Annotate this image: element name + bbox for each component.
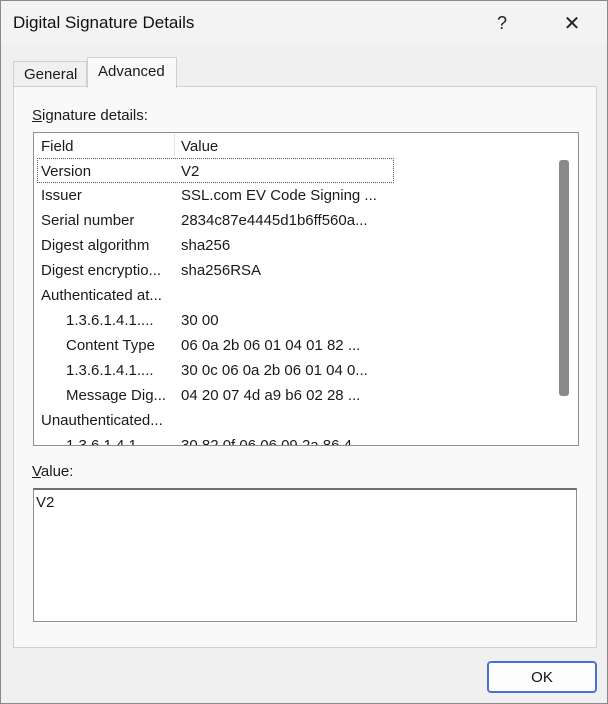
value-label: Value: [32,463,73,480]
mnemonic-s: S [32,107,43,124]
value-text: V2 [36,494,55,511]
row-value: 30 00 [181,312,219,329]
list-item[interactable]: Issuer SSL.com EV Code Signing ... [34,183,550,208]
title-bar[interactable]: Digital Signature Details ? ✕ [1,1,607,45]
window-title: Digital Signature Details [13,13,195,32]
tab-general[interactable]: General [13,61,87,88]
row-value: 30 0c 06 0a 2b 06 01 04 0... [181,362,368,379]
column-header-value[interactable]: Value [181,138,218,155]
row-field: Message Dig... [66,387,167,404]
row-value: sha256RSA [181,262,262,279]
tab-advanced[interactable]: Advanced [87,57,177,88]
column-divider[interactable] [174,133,175,157]
list-item[interactable]: Version V2 [37,158,394,183]
ok-button[interactable]: OK [487,661,597,693]
row-field: Digest algorithm [41,237,150,254]
row-field: 1.3.6.1.4.1.... [66,437,154,446]
signature-details-label-text: ignature details: [42,107,148,124]
signature-details-list[interactable]: Field Value Version V2 Issuer SSL.com EV Co… [33,132,579,446]
row-field: Digest encryptio... [41,262,162,279]
list-item[interactable]: Message Dig... 04 20 07 4d a9 b6 02 28 ..… [34,383,550,408]
signature-details-label: Signature details: [32,107,148,124]
vertical-scrollbar[interactable] [551,133,578,445]
row-field: Version [41,163,92,180]
list-item[interactable]: Authenticated at... [34,283,550,308]
list-item[interactable]: Digest algorithm sha256 [34,233,550,258]
list-item[interactable]: 1.3.6.1.4.1.... 30 0c 06 0a 2b 06 01 04 0… [34,358,550,383]
column-header-field[interactable]: Field [41,138,74,155]
row-value: V2 [181,163,200,180]
list-item[interactable]: Serial number 2834c87e4445d1b6ff560a... [34,208,550,233]
close-icon[interactable]: ✕ [549,1,595,45]
value-textbox[interactable]: V2 [33,488,577,622]
row-field: Serial number [41,212,135,229]
row-field: Unauthenticated... [41,412,163,429]
mnemonic-v: V [32,463,41,480]
list-item[interactable]: Digest encryptio... sha256RSA [34,258,550,283]
scrollbar-thumb[interactable] [559,160,569,396]
row-value: 06 0a 2b 06 01 04 01 82 ... [181,337,361,354]
list-item[interactable]: Content Type 06 0a 2b 06 01 04 01 82 ... [34,333,550,358]
row-field: 1.3.6.1.4.1.... [66,362,154,379]
row-field: Authenticated at... [41,287,162,304]
row-field: 1.3.6.1.4.1.... [66,312,154,329]
row-value: 30 82 0f 06 06 09 2a 86 4... [181,437,365,446]
row-value: 04 20 07 4d a9 b6 02 28 ... [181,387,361,404]
list-item[interactable]: Unauthenticated... [34,408,550,433]
row-value: 2834c87e4445d1b6ff560a... [181,212,368,229]
row-value: SSL.com EV Code Signing ... [181,187,377,204]
row-field: Issuer [41,187,82,204]
row-field: Content Type [66,337,155,354]
row-value: sha256 [181,237,231,254]
advanced-panel: Signature details: Field Value Version V2… [13,86,597,648]
list-item[interactable]: 1.3.6.1.4.1.... 30 82 0f 06 06 09 2a 86 4… [34,433,550,446]
list-item[interactable]: 1.3.6.1.4.1.... 30 00 [34,308,550,333]
dialog-window: Digital Signature Details ? ✕ General Ad… [0,0,608,704]
value-label-text: alue: [40,463,74,480]
help-icon[interactable]: ? [479,1,525,45]
list-header: Field Value [34,133,550,157]
